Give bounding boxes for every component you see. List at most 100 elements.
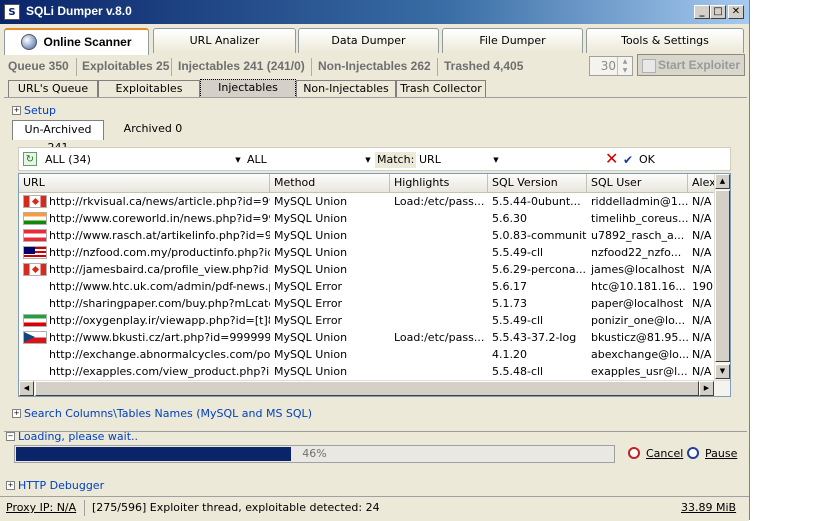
setup-label: Setup [24, 104, 57, 117]
injectables-grid: URL Method Highlights SQL Version SQL Us… [18, 173, 731, 397]
ok-button[interactable]: ✔ OK [623, 151, 655, 169]
cell-sql-user: htc@10.181.16... [591, 280, 686, 293]
table-row[interactable]: http://www.rasch.at/artikelinfo.php?id=9… [19, 227, 719, 244]
cell-sql-user: abexchange@lo... [591, 348, 688, 361]
cell-method: MySQL Union [274, 263, 348, 276]
cell-sql-version: 5.6.17 [492, 280, 527, 293]
proxy-ip-status[interactable]: Proxy IP: N/A [6, 501, 76, 514]
spellcheck-icon: ✔ [623, 153, 634, 167]
setup-section-toggle[interactable]: + Setup [12, 104, 56, 117]
app-icon: S [4, 4, 20, 20]
cell-method: MySQL Union [274, 348, 348, 361]
column-header-url[interactable]: URL [19, 174, 270, 192]
secondary-filter-select[interactable]: ALL ▼ [245, 151, 373, 169]
start-exploiter-button[interactable]: Start Exploiter [637, 54, 745, 76]
cell-method: MySQL Error [274, 280, 343, 293]
cell-url: http://www.htc.uk.com/admin/pdf-news.p..… [49, 280, 270, 293]
filter-bar: ↻ ALL (34) ▼ ALL ▼ Match: URL ▼ ✕ ✔ OK [18, 147, 731, 171]
play-icon [642, 59, 656, 73]
scroll-thumb[interactable] [35, 381, 699, 396]
sub-tabs: URL's Queue Exploitables Injectables Non… [8, 79, 748, 98]
loading-label: Loading, please wait.. [18, 430, 139, 443]
tab-data-dumper[interactable]: Data Dumper [298, 28, 439, 53]
pause-icon [687, 447, 699, 459]
cell-sql-user: ponizir_one@lo... [591, 314, 686, 327]
stat-non-injectables: Non-Injectables 262 [318, 59, 431, 73]
filter-search-input[interactable] [503, 151, 599, 169]
pause-label: Pause [705, 447, 738, 460]
title-bar[interactable]: S SQLi Dumper v.8.0 _ □ ✕ [0, 0, 749, 24]
threads-stepper[interactable]: 30 ▲ ▼ [589, 56, 633, 76]
search-columns-section-toggle[interactable]: + Search Columns\Tables Names (MySQL and … [12, 407, 312, 420]
table-row[interactable]: http://www.coreworld.in/news.php?id=99..… [19, 210, 719, 227]
table-row[interactable]: http://jamesbaird.ca/profile_view.php?id… [19, 261, 719, 278]
horizontal-scrollbar[interactable]: ◀ ▶ [19, 380, 730, 396]
table-row[interactable]: http://www.htc.uk.com/admin/pdf-news.p..… [19, 278, 719, 295]
tab-exploitables[interactable]: Exploitables [98, 80, 200, 98]
cell-url: http://rkvisual.ca/news/article.php?id=9… [49, 195, 270, 208]
match-field-select[interactable]: URL ▼ [417, 151, 501, 169]
table-row[interactable]: http://nzfood.com.my/productinfo.php?id.… [19, 244, 719, 261]
table-row[interactable]: http://oxygenplay.ir/viewapp.php?id=[t]8… [19, 312, 719, 329]
cell-method: MySQL Union [274, 212, 348, 225]
cell-sql-user: u7892_rasch_a... [591, 229, 685, 242]
scroll-left-icon[interactable]: ◀ [19, 381, 34, 396]
category-filter-select[interactable]: ALL (34) ▼ [43, 151, 243, 169]
column-header-method[interactable]: Method [270, 174, 390, 192]
main-window: S SQLi Dumper v.8.0 _ □ ✕ Online Scanner… [0, 0, 750, 521]
cell-sql-version: 5.5.48-cll [492, 365, 544, 378]
loading-section-toggle[interactable]: − Loading, please wait.. [6, 430, 138, 443]
exploiter-status-message: [275/596] Exploiter thread, exploitable … [92, 501, 380, 514]
expand-icon: + [12, 408, 21, 418]
tab-url-analizer[interactable]: URL Analizer [153, 28, 296, 53]
category-filter-value: ALL (34) [45, 153, 91, 166]
table-row[interactable]: http://sharingpaper.com/buy.php?mLcate..… [19, 295, 719, 312]
cell-highlights [390, 295, 488, 312]
minimize-button[interactable]: _ [694, 5, 710, 19]
refresh-icon[interactable]: ↻ [23, 152, 37, 166]
cell-method: MySQL Union [274, 246, 348, 259]
tab-online-scanner[interactable]: Online Scanner [4, 28, 149, 55]
cell-sql-version: 5.6.30 [492, 212, 527, 225]
table-row[interactable]: http://exchange.abnormalcycles.com/pop..… [19, 346, 719, 363]
tab-injectables[interactable]: Injectables [200, 79, 296, 98]
tab-archived[interactable]: Archived 0 [116, 120, 190, 140]
http-debugger-section-toggle[interactable]: + HTTP Debugger [6, 479, 104, 492]
close-button[interactable]: ✕ [728, 5, 744, 19]
column-header-sql-user[interactable]: SQL User [587, 174, 688, 192]
table-row[interactable]: http://rkvisual.ca/news/article.php?id=9… [19, 193, 719, 210]
clear-filter-icon[interactable]: ✕ [605, 149, 618, 169]
cell-sql-version: 5.6.29-percona... [492, 263, 586, 276]
scroll-thumb[interactable] [715, 190, 730, 362]
column-header-highlights[interactable]: Highlights [390, 174, 488, 192]
cell-method: MySQL Error [274, 314, 343, 327]
spinner-arrows-icon[interactable]: ▲ ▼ [617, 57, 632, 75]
cell-sql-user: bkusticz@81.95... [591, 331, 688, 344]
tab-tools-settings[interactable]: Tools & Settings [586, 28, 744, 53]
scroll-up-icon[interactable]: ▲ [715, 174, 730, 189]
cell-sql-user: nzfood22_nzfo... [591, 246, 682, 259]
tab-un-archived[interactable]: Un-Archived 241 [12, 120, 104, 154]
cell-method: MySQL Union [274, 195, 348, 208]
tab-file-dumper[interactable]: File Dumper [442, 28, 583, 53]
tab-urls-queue[interactable]: URL's Queue [8, 80, 98, 98]
column-header-sql-version[interactable]: SQL Version [488, 174, 587, 192]
cell-highlights: Load:/etc/pass... [394, 195, 485, 208]
tab-non-injectables[interactable]: Non-Injectables [296, 80, 396, 98]
tab-trash-collector[interactable]: Trash Collector [396, 80, 486, 98]
scroll-right-icon[interactable]: ▶ [699, 381, 714, 396]
cell-method: MySQL Union [274, 331, 348, 344]
maximize-button[interactable]: □ [710, 5, 726, 19]
cell-sql-user: timelihb_coreus... [591, 212, 688, 225]
progress-bar: 46% [14, 445, 615, 463]
cell-method: MySQL Union [274, 229, 348, 242]
table-row[interactable]: http://exapples.com/view_product.php?id.… [19, 363, 719, 380]
chevron-down-icon: ▼ [235, 156, 241, 164]
cell-url: http://www.bkusti.cz/art.php?id=999999..… [49, 331, 270, 344]
cancel-button[interactable]: Cancel [628, 446, 683, 462]
stop-icon [628, 447, 640, 459]
scroll-down-icon[interactable]: ▼ [715, 364, 730, 379]
vertical-scrollbar[interactable]: ▲ ▼ [714, 174, 730, 380]
table-row[interactable]: http://www.bkusti.cz/art.php?id=999999..… [19, 329, 719, 346]
pause-button[interactable]: Pause [687, 446, 737, 462]
